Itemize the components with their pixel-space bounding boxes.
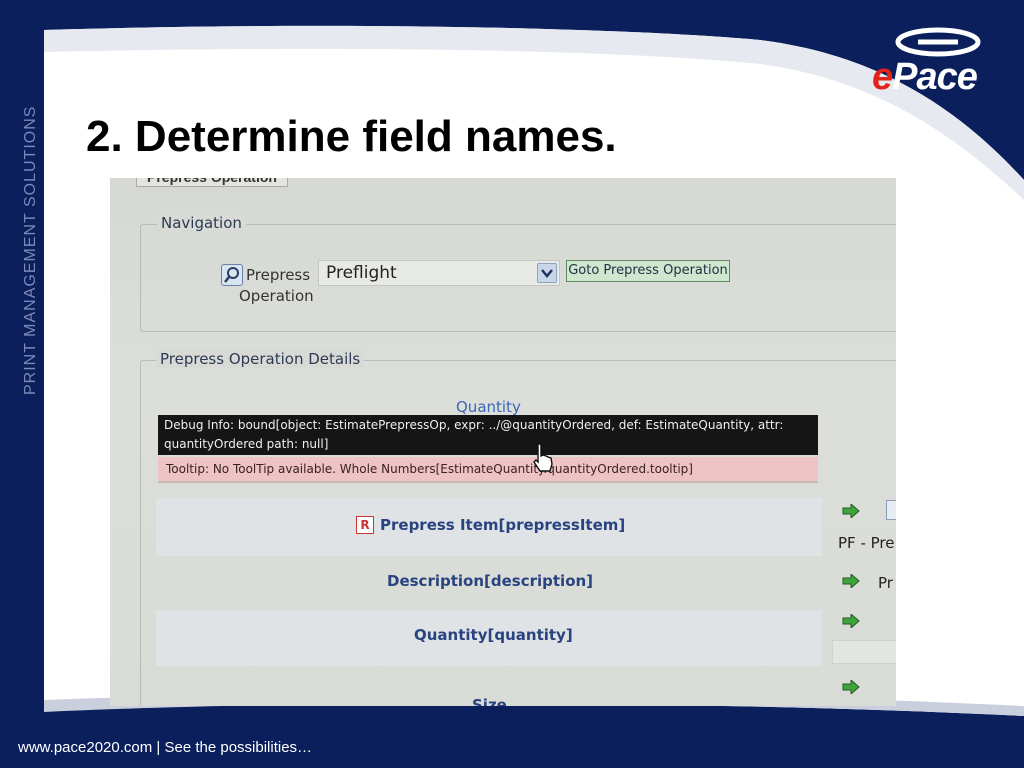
side-banner-text: PRINT MANAGEMENT SOLUTIONS bbox=[22, 105, 39, 395]
description-value: Pr bbox=[878, 574, 893, 592]
quantity-input[interactable] bbox=[832, 640, 896, 664]
go-arrow-icon[interactable] bbox=[842, 614, 860, 628]
prepress-item-label: Prepress Item[prepressItem] bbox=[380, 516, 626, 534]
goto-prepress-operation-button[interactable]: Goto Prepress Operation bbox=[566, 260, 730, 282]
debug-line-1: Debug Info: bound[object: EstimatePrepre… bbox=[164, 418, 784, 432]
description-label: Description[description] bbox=[387, 572, 594, 590]
required-r-icon: R bbox=[356, 516, 374, 534]
prepress-item-value: PF - Pre bbox=[838, 534, 895, 552]
logo-prefix: e bbox=[872, 56, 893, 98]
chevron-down-icon[interactable] bbox=[537, 263, 557, 283]
details-legend: Prepress Operation Details bbox=[156, 350, 365, 368]
size-label: Size bbox=[472, 696, 507, 706]
quantity-label: Quantity[quantity] bbox=[414, 626, 573, 644]
epace-logo: ePace bbox=[872, 56, 978, 99]
debug-line-2: quantityOrdered path: null] bbox=[164, 437, 329, 451]
screen-photo: Prepress Operation Navigation Prepress O… bbox=[110, 178, 896, 706]
debug-info-box: Debug Info: bound[object: EstimatePrepre… bbox=[158, 415, 818, 455]
prepress-operation-select[interactable]: Preflight bbox=[318, 260, 560, 286]
hand-cursor-icon bbox=[533, 443, 553, 472]
tab-prepress-operation[interactable]: Prepress Operation bbox=[136, 178, 288, 187]
prepress-operation-label-line2: Operation bbox=[239, 287, 314, 305]
slide-footer: www.pace2020.com | See the possibilities… bbox=[18, 739, 313, 756]
edit-icon[interactable] bbox=[886, 500, 896, 520]
quantity-heading: Quantity bbox=[456, 398, 521, 416]
select-value: Preflight bbox=[326, 263, 397, 283]
tooltip-box: Tooltip: No ToolTip available. Whole Num… bbox=[158, 457, 818, 483]
go-arrow-icon[interactable] bbox=[842, 504, 860, 518]
logo-name: Pace bbox=[892, 56, 978, 98]
go-arrow-icon[interactable] bbox=[842, 574, 860, 588]
prepress-operation-label: Prepress bbox=[246, 266, 311, 284]
lookup-magnifier-icon[interactable] bbox=[221, 264, 243, 286]
slide-title: 2. Determine field names. bbox=[86, 112, 617, 161]
go-arrow-icon[interactable] bbox=[842, 680, 860, 694]
navigation-legend: Navigation bbox=[157, 214, 246, 232]
